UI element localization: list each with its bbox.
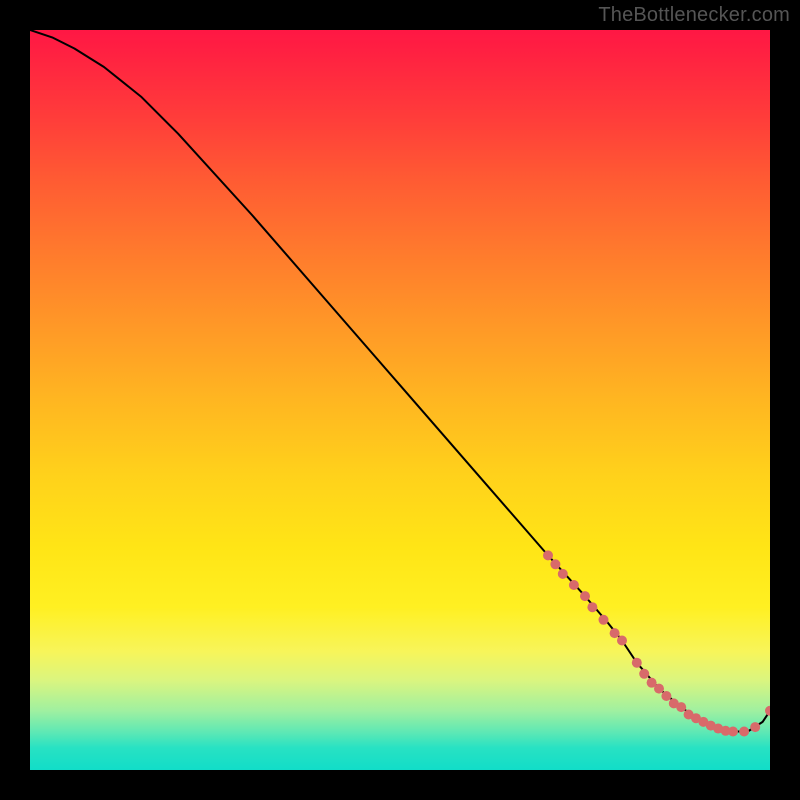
data-marker [639, 669, 649, 679]
attribution-text: TheBottlenecker.com [598, 4, 790, 27]
data-marker [676, 702, 686, 712]
data-marker [550, 559, 560, 569]
chart-svg [30, 30, 770, 770]
data-marker [750, 722, 760, 732]
bottleneck-curve [30, 30, 770, 732]
data-marker [654, 684, 664, 694]
data-marker [728, 727, 738, 737]
data-marker [765, 706, 770, 716]
data-marker [610, 628, 620, 638]
data-marker [632, 658, 642, 668]
data-marker [599, 615, 609, 625]
data-marker [558, 569, 568, 579]
data-marker [543, 550, 553, 560]
data-marker [587, 602, 597, 612]
data-marker [580, 591, 590, 601]
data-marker [661, 691, 671, 701]
data-marker [617, 636, 627, 646]
data-marker [739, 727, 749, 737]
marker-group [543, 550, 770, 736]
chart-plot-area [30, 30, 770, 770]
data-marker [569, 580, 579, 590]
